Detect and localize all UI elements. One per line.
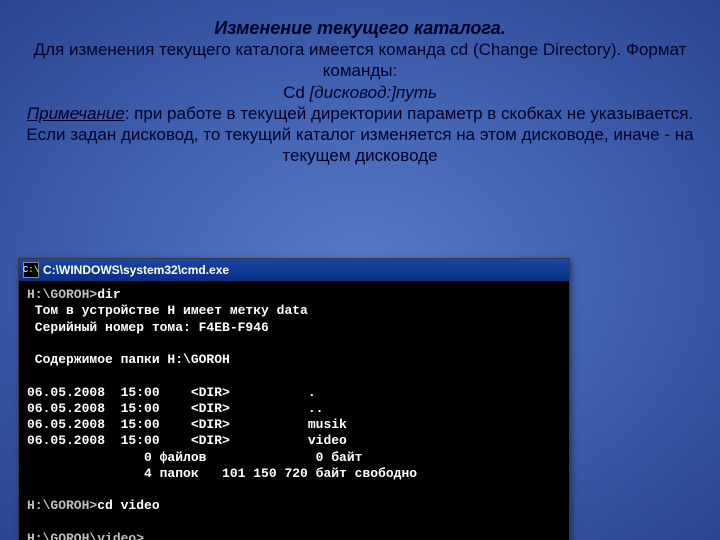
slide: Изменение текущего каталога. Для изменен… (0, 0, 720, 540)
prompt-3: H:\GOROH\video> (27, 531, 144, 540)
line-contents: Содержимое папки H:\GOROH (27, 352, 230, 367)
cmd-format-prefix: Cd (283, 83, 309, 102)
note-label: Примечание (27, 104, 125, 123)
paragraph-3: Если задан дисковод, то текущий каталог … (26, 125, 693, 165)
command-cd: cd video (97, 498, 159, 513)
slide-title: Изменение текущего каталога. (0, 0, 720, 39)
dir-row-2: 06.05.2008 15:00 <DIR> .. (27, 401, 323, 416)
paragraph-1: Для изменения текущего каталога имеется … (34, 40, 687, 80)
cmd-body: H:\GOROH>dir Том в устройстве H имеет ме… (19, 281, 569, 540)
line-serial: Серийный номер тома: F4EB-F946 (27, 320, 269, 335)
note-text: : при работе в текущей директории параме… (125, 104, 693, 123)
summary-dirs: 4 папок 101 150 720 байт свободно (27, 466, 417, 481)
slide-body: Для изменения текущего каталога имеется … (0, 39, 720, 167)
summary-files: 0 файлов 0 байт (27, 450, 362, 465)
prompt-1: H:\GOROH> (27, 287, 97, 302)
cmd-titlebar: C:\ C:\WINDOWS\system32\cmd.exe (19, 259, 569, 281)
cmd-window: C:\ C:\WINDOWS\system32\cmd.exe H:\GOROH… (18, 258, 570, 540)
cmd-format-arg: [дисковод:]путь (310, 83, 437, 102)
command-dir: dir (97, 287, 120, 302)
dir-row-4: 06.05.2008 15:00 <DIR> video (27, 433, 347, 448)
line-volume: Том в устройстве H имеет метку data (27, 303, 308, 318)
dir-row-1: 06.05.2008 15:00 <DIR> . (27, 385, 316, 400)
cmd-icon-glyph: C:\ (23, 265, 39, 275)
prompt-2: H:\GOROH> (27, 498, 97, 513)
cmd-title: C:\WINDOWS\system32\cmd.exe (43, 263, 229, 277)
cmd-icon: C:\ (23, 262, 39, 278)
dir-row-3: 06.05.2008 15:00 <DIR> musik (27, 417, 347, 432)
